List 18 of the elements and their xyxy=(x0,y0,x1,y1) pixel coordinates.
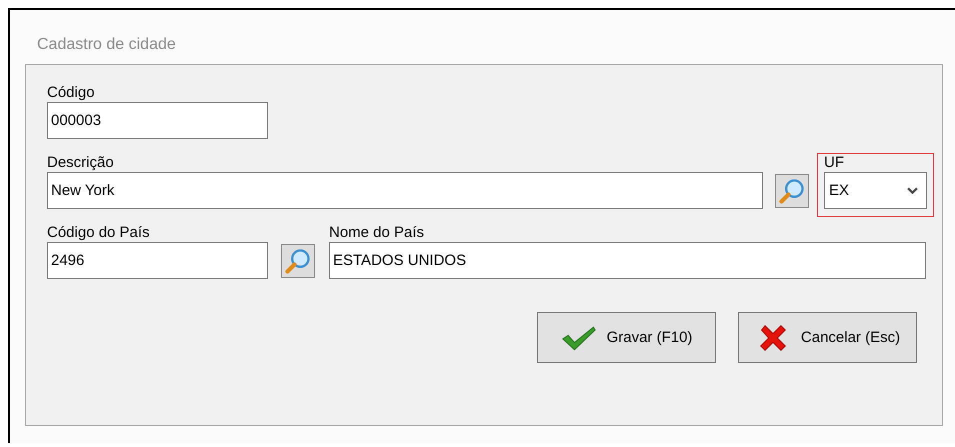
country-name-field[interactable]: ESTADOS UNIDOS xyxy=(329,242,926,279)
description-field[interactable]: New York xyxy=(47,172,763,209)
field-label: Código xyxy=(47,84,96,102)
cancel-button[interactable]: Cancelar (Esc) xyxy=(738,312,917,363)
search-button[interactable] xyxy=(775,174,809,208)
window-title: Cadastro de cidade xyxy=(36,35,177,55)
field-label: Nome do País xyxy=(329,224,426,242)
save-button[interactable]: Gravar (F10) xyxy=(537,312,716,363)
field-label: UF xyxy=(824,154,845,172)
search-icon xyxy=(778,177,806,205)
state-dropdown[interactable]: EX xyxy=(824,172,927,209)
search-icon xyxy=(284,247,312,275)
code-field[interactable]: 000003 xyxy=(47,102,268,139)
field-label: Código do País xyxy=(47,224,151,242)
chevron-down-icon xyxy=(907,187,918,194)
field-label: Descrição xyxy=(47,154,115,172)
country-code-field[interactable]: 2496 xyxy=(47,242,268,279)
search-button[interactable] xyxy=(281,244,315,278)
